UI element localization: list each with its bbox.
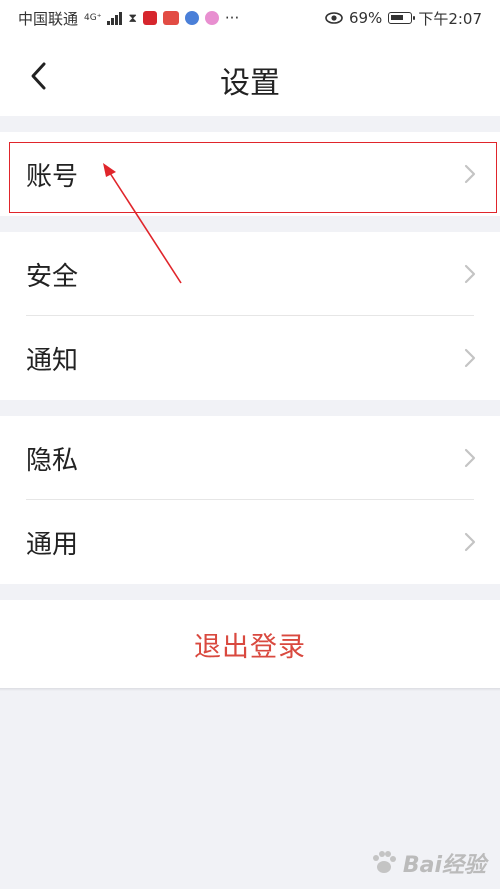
status-bar: 中国联通 4G⁺ ⧗ ··· 69% 下午2:07 bbox=[0, 0, 500, 36]
settings-item-label: 通知 bbox=[26, 345, 79, 376]
logout-label: 退出登录 bbox=[194, 631, 306, 663]
settings-item-label: 通用 bbox=[26, 529, 79, 560]
logout-shadow bbox=[0, 688, 500, 691]
settings-item-label: 安全 bbox=[26, 261, 79, 292]
settings-item-security[interactable]: 安全 bbox=[0, 232, 500, 316]
status-right: 69% 下午2:07 bbox=[325, 8, 482, 29]
settings-item-general[interactable]: 通用 bbox=[0, 500, 500, 584]
more-notifications-icon: ··· bbox=[224, 9, 240, 27]
chevron-right-icon bbox=[464, 532, 476, 552]
app-notification-icon bbox=[162, 11, 179, 25]
logout-button[interactable]: 退出登录 bbox=[0, 600, 500, 688]
settings-item-label: 隐私 bbox=[26, 445, 79, 476]
watermark-text: Bai经验 bbox=[402, 853, 486, 878]
paw-logo-icon bbox=[372, 851, 396, 873]
settings-group-privacy: 隐私 通用 bbox=[0, 416, 500, 584]
carrier-name: 中国联通 bbox=[18, 9, 79, 28]
settings-item-account[interactable]: 账号 bbox=[0, 132, 500, 216]
settings-group-account: 账号 bbox=[0, 132, 500, 216]
settings-item-privacy[interactable]: 隐私 bbox=[0, 416, 500, 500]
network-type: 4G⁺ bbox=[84, 12, 102, 23]
status-left: 中国联通 4G⁺ ⧗ ··· bbox=[18, 8, 239, 29]
signal-icon bbox=[107, 11, 123, 25]
chevron-right-icon bbox=[464, 448, 476, 468]
app-notification-icon bbox=[142, 11, 157, 25]
browser-app-icon bbox=[204, 11, 219, 25]
page-title: 设置 bbox=[220, 66, 280, 101]
watermark: Bai经验 bbox=[369, 847, 486, 879]
battery-icon bbox=[388, 12, 416, 24]
hourglass-icon: ⧗ bbox=[128, 11, 137, 25]
eye-comfort-icon bbox=[325, 12, 343, 24]
chevron-right-icon bbox=[464, 264, 476, 284]
chevron-right-icon bbox=[464, 348, 476, 368]
settings-item-notifications[interactable]: 通知 bbox=[0, 316, 500, 400]
chevron-right-icon bbox=[464, 164, 476, 184]
clock: 下午2:07 bbox=[418, 9, 482, 28]
music-app-icon bbox=[184, 11, 199, 25]
settings-group-security: 安全 通知 bbox=[0, 232, 500, 400]
settings-item-label: 账号 bbox=[26, 161, 79, 192]
nav-bar: 设置 bbox=[0, 36, 500, 116]
battery-percent: 69% bbox=[348, 9, 383, 27]
